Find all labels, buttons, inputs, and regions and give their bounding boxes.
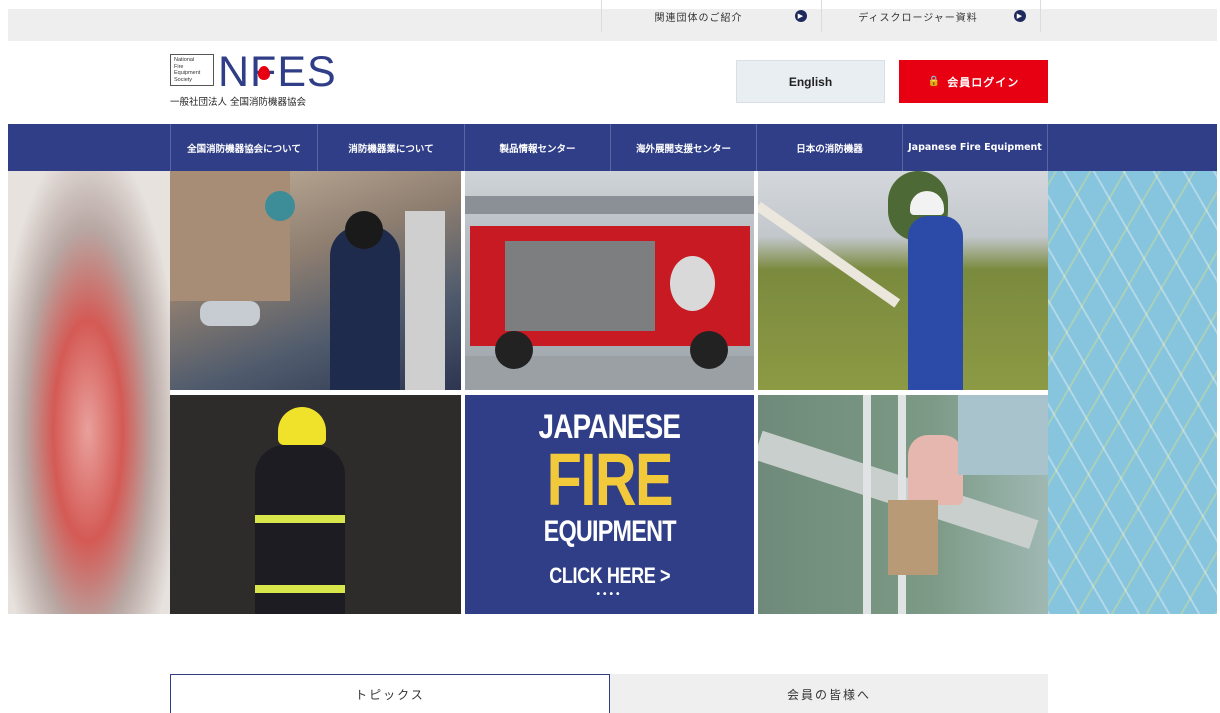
related-organizations-label: 関連団体のご紹介 <box>654 12 743 24</box>
photo-fire-truck <box>465 171 754 390</box>
tab-for-members[interactable]: 会員の皆様へ <box>610 674 1048 713</box>
logo-emblem: National Fire Equipment Society <box>170 54 214 86</box>
hero-left-backdrop <box>8 171 170 614</box>
related-organizations-link[interactable]: 関連団体のご紹介 ▶ <box>601 0 821 32</box>
disclosure-documents-link[interactable]: ディスクロージャー資料 ▶ <box>821 0 1041 32</box>
tab-topics[interactable]: トピックス <box>170 674 610 713</box>
hose-shape <box>758 201 901 308</box>
banner-line-fire: FIRE <box>546 438 674 521</box>
nav-item-overseas-support[interactable]: 海外展開支援センター <box>610 124 756 171</box>
lock-icon: 🔒 <box>927 76 942 87</box>
car-shape <box>200 301 260 326</box>
photo-escape-ladder <box>758 395 1048 614</box>
nav-item-japan-fire-equipment[interactable]: 日本の消防機器 <box>756 124 902 171</box>
logo-wordmark: NFES <box>218 48 337 96</box>
yellow-helmet-shape <box>278 407 326 445</box>
member-login-label: 会員ログイン <box>947 75 1020 89</box>
arrow-right-circle-icon: ▶ <box>795 10 807 22</box>
english-button[interactable]: English <box>736 60 885 103</box>
photo-hose-worker <box>758 171 1048 390</box>
disclosure-documents-label: ディスクロージャー資料 <box>858 12 978 24</box>
building-shape <box>170 171 290 301</box>
main-nav: 全国消防機器協会について 消防機器業について 製品情報センター 海外展開支援セン… <box>8 124 1217 171</box>
hose-reel-shape <box>670 256 715 311</box>
flame-drop-icon <box>258 66 270 80</box>
wheel-shape <box>690 331 728 369</box>
nav-item-about-association[interactable]: 全国消防機器協会について <box>170 124 317 171</box>
person-legs-shape <box>888 500 938 575</box>
hero-right-pattern <box>1048 171 1217 614</box>
railing-shape <box>405 211 445 390</box>
carousel-dots: •••• <box>596 589 623 600</box>
logo-subtitle: 一般社団法人 全国消防機器協会 <box>170 97 307 108</box>
member-login-button[interactable]: 🔒 会員ログイン <box>899 60 1048 103</box>
person-shape <box>908 435 963 505</box>
nav-item-japanese-fire-equipment-en[interactable]: Japanese Fire Equipment <box>902 124 1048 171</box>
wheel-shape <box>495 331 533 369</box>
worker-head-shape <box>345 211 383 249</box>
banner-text: JAPANESE FIRE EQUIPMENT CLICK HERE > •••… <box>465 395 754 614</box>
hero-section: JAPANESE FIRE EQUIPMENT CLICK HERE > •••… <box>8 171 1217 614</box>
nav-item-about-industry[interactable]: 消防機器業について <box>317 124 464 171</box>
window-shape <box>958 395 1048 475</box>
photo-firefighter-gear <box>170 395 461 614</box>
equipment-bay-shape <box>505 241 655 331</box>
nav-item-product-info[interactable]: 製品情報センター <box>464 124 610 171</box>
ladder-rail-shape <box>863 395 871 614</box>
reflective-stripe-shape <box>255 515 345 523</box>
roof-shape <box>465 196 754 214</box>
arrow-right-circle-icon: ▶ <box>1014 10 1026 22</box>
banner-line-equipment: EQUIPMENT <box>543 515 676 548</box>
japanese-fire-equipment-banner[interactable]: JAPANESE FIRE EQUIPMENT CLICK HERE > •••… <box>465 395 754 614</box>
reel-shape <box>265 191 295 221</box>
site-logo[interactable]: National Fire Equipment Society NFES 一般社… <box>170 48 350 112</box>
logo-line: Society <box>174 76 193 83</box>
banner-cta: CLICK HERE > <box>549 563 670 588</box>
worker-shape <box>908 216 963 390</box>
reflective-stripe-shape <box>255 585 345 593</box>
photo-balcony-rescue <box>170 171 461 390</box>
worker-shape <box>330 226 400 390</box>
